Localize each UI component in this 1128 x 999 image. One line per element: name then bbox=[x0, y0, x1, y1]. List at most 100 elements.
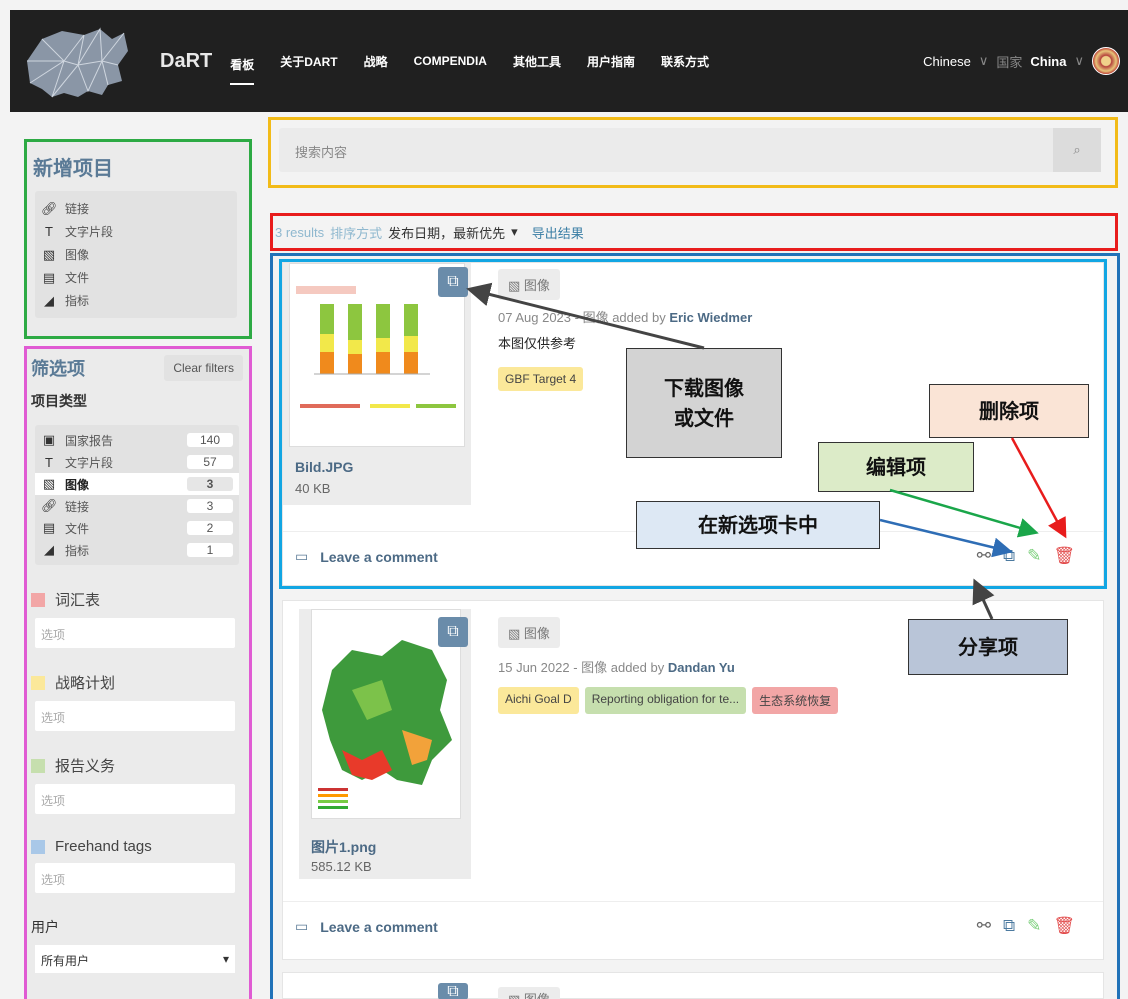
search-icon: ⌕ bbox=[1073, 142, 1081, 157]
delete-icon[interactable]: 🗑︎ bbox=[1053, 916, 1075, 936]
search-input[interactable]: 搜索内容 ⌕ bbox=[279, 128, 1101, 172]
download-button[interactable]: ⧉ bbox=[438, 617, 468, 647]
type-count: 3 bbox=[187, 477, 233, 491]
chevron-down-icon[interactable]: ∨ bbox=[1074, 53, 1084, 69]
item-type-label: 图像 bbox=[523, 626, 550, 641]
nav-user-guide[interactable]: 用户指南 bbox=[587, 49, 635, 74]
add-image-label: 图像 bbox=[65, 248, 90, 262]
nav-strategy[interactable]: 战略 bbox=[364, 49, 388, 74]
strategic-plan-label: 战略计划 bbox=[55, 675, 116, 692]
text-icon: T bbox=[45, 224, 53, 239]
freehand-tags-select[interactable]: 选项 bbox=[35, 863, 235, 893]
add-image[interactable]: ▧ 图像 bbox=[35, 243, 237, 266]
file-name[interactable]: 图片1.png bbox=[311, 837, 376, 857]
type-label: 链接 bbox=[65, 499, 90, 514]
glossary-swatch bbox=[31, 592, 45, 607]
type-count: 3 bbox=[187, 499, 233, 513]
filter-type-text[interactable]: T 文字片段 57 bbox=[35, 451, 239, 473]
results-bar: 3 results 排序方式 发布日期，最新优先 ▾ 导出结果 bbox=[270, 213, 1118, 251]
nav-about[interactable]: 关于DART bbox=[280, 49, 337, 74]
filter-type-image[interactable]: ▧ 图像 3 bbox=[35, 473, 239, 495]
strategic-plan-heading: 战略计划 bbox=[31, 672, 249, 693]
comment-label: Leave a comment bbox=[320, 918, 438, 935]
results-count: 3 results bbox=[275, 224, 325, 240]
sort-select[interactable]: 发布日期，最新优先 bbox=[388, 223, 505, 242]
item-meta: 15 Jun 2022 - 图像 added by Dandan Yu bbox=[498, 657, 735, 676]
freehand-tags-label: Freehand tags bbox=[55, 838, 152, 855]
item-author[interactable]: Dandan Yu bbox=[668, 660, 735, 675]
item-date: 15 Jun 2022 bbox=[498, 660, 570, 675]
type-label: 国家报告 bbox=[65, 433, 114, 448]
glossary-label: 词汇表 bbox=[55, 592, 101, 609]
item-type-label: 图像 bbox=[524, 992, 550, 999]
download-button[interactable]: ⧉ bbox=[438, 983, 468, 999]
chevron-down-icon[interactable]: ∨ bbox=[979, 53, 989, 69]
item-type-chip: ▧ 图像 bbox=[498, 987, 560, 999]
nav-contact[interactable]: 联系方式 bbox=[661, 49, 709, 74]
item-type-list: ▣ 国家报告 140 T 文字片段 57 ▧ 图像 3 🔗︎ 链接 3 ▤ 文件 2 ◢ 指标 1 bbox=[35, 425, 239, 565]
type-count: 1 bbox=[187, 543, 233, 557]
indicator-icon: ◢ bbox=[44, 292, 54, 308]
rhino-logo[interactable] bbox=[22, 21, 132, 101]
tag-chip[interactable]: Aichi Goal D bbox=[498, 687, 579, 714]
type-label: 文件 bbox=[65, 521, 90, 536]
indicator-icon: ◢ bbox=[44, 542, 54, 557]
top-navbar: DaRT 看板 关于DART 战略 COMPENDIA 其他工具 用户指南 联系… bbox=[10, 10, 1128, 112]
image-icon: ▧ bbox=[508, 992, 524, 999]
add-text-snippet[interactable]: T 文字片段 bbox=[35, 220, 237, 243]
freehand-tags-heading: Freehand tags bbox=[31, 838, 249, 855]
result-card: ⧉ ▧ 图像 bbox=[282, 972, 1104, 999]
file-icon: ▤ bbox=[42, 269, 56, 285]
nav-compendia[interactable]: COMPENDIA bbox=[414, 50, 487, 72]
edit-icon[interactable]: ✎ bbox=[1027, 916, 1041, 936]
avatar[interactable] bbox=[1092, 47, 1120, 75]
caret-down-icon: ▾ bbox=[222, 952, 229, 966]
freehand-tags-swatch bbox=[31, 839, 45, 854]
open-new-tab-icon[interactable]: ⧉ bbox=[1003, 916, 1015, 936]
link-icon: 🔗︎ bbox=[41, 498, 58, 513]
annotation-share: 分享项 bbox=[908, 619, 1068, 675]
filter-type-file[interactable]: ▤ 文件 2 bbox=[35, 517, 239, 539]
nav-other-tools[interactable]: 其他工具 bbox=[513, 49, 561, 74]
country-select[interactable]: China bbox=[1030, 54, 1066, 69]
clear-filters-button[interactable]: Clear filters bbox=[164, 355, 243, 381]
item-type-chip: ▧ 图像 bbox=[498, 617, 560, 648]
filter-type-link[interactable]: 🔗︎ 链接 3 bbox=[35, 495, 239, 517]
search-button[interactable]: ⌕ bbox=[1053, 128, 1101, 172]
caret-down-icon[interactable]: ▾ bbox=[511, 224, 518, 240]
glossary-heading: 词汇表 bbox=[31, 589, 249, 610]
brand-name[interactable]: DaRT bbox=[160, 50, 212, 73]
export-results-link[interactable]: 导出结果 bbox=[532, 223, 584, 242]
type-count: 140 bbox=[187, 433, 233, 447]
user-heading: 用户 bbox=[31, 919, 59, 935]
add-link[interactable]: 🔗︎ 链接 bbox=[35, 197, 237, 220]
filter-type-indicator[interactable]: ◢ 指标 1 bbox=[35, 539, 239, 561]
glossary-select[interactable]: 选项 bbox=[35, 618, 235, 648]
add-link-label: 链接 bbox=[65, 202, 90, 216]
type-count: 57 bbox=[187, 455, 233, 469]
leave-comment-link[interactable]: ▭ Leave a comment bbox=[295, 918, 438, 935]
tag-chip[interactable]: Reporting obligation for te... bbox=[584, 687, 747, 714]
add-file[interactable]: ▤ 文件 bbox=[35, 266, 237, 289]
strategic-plan-swatch bbox=[31, 675, 45, 690]
add-indicator[interactable]: ◢ 指标 bbox=[35, 289, 237, 312]
tag-chip[interactable]: 生态系统恢复 bbox=[752, 687, 839, 714]
text-icon: T bbox=[45, 454, 53, 470]
image-icon: ▧ bbox=[42, 246, 56, 262]
search-placeholder: 搜索内容 bbox=[295, 145, 348, 160]
nav-dashboard[interactable]: 看板 bbox=[230, 52, 255, 85]
image-icon: ▧ bbox=[42, 476, 56, 491]
user-select[interactable]: 所有用户 ▾ bbox=[35, 945, 235, 973]
share-icon[interactable]: ⚯ bbox=[977, 916, 991, 936]
comment-icon: ▭ bbox=[295, 918, 309, 934]
item-tags: Aichi Goal D Reporting obligation for te… bbox=[498, 687, 839, 714]
filter-panel-title: 筛选项 bbox=[31, 359, 85, 379]
item-type-heading: 项目类型 bbox=[31, 393, 87, 409]
language-select[interactable]: Chinese bbox=[923, 54, 971, 69]
add-file-label: 文件 bbox=[65, 271, 90, 285]
reporting-obligation-select[interactable]: 选项 bbox=[35, 784, 235, 814]
type-label: 指标 bbox=[65, 543, 90, 558]
annotation-new-tab: 在新选项卡中 bbox=[636, 501, 880, 549]
strategic-plan-select[interactable]: 选项 bbox=[35, 701, 235, 731]
filter-type-country-report[interactable]: ▣ 国家报告 140 bbox=[35, 429, 239, 451]
